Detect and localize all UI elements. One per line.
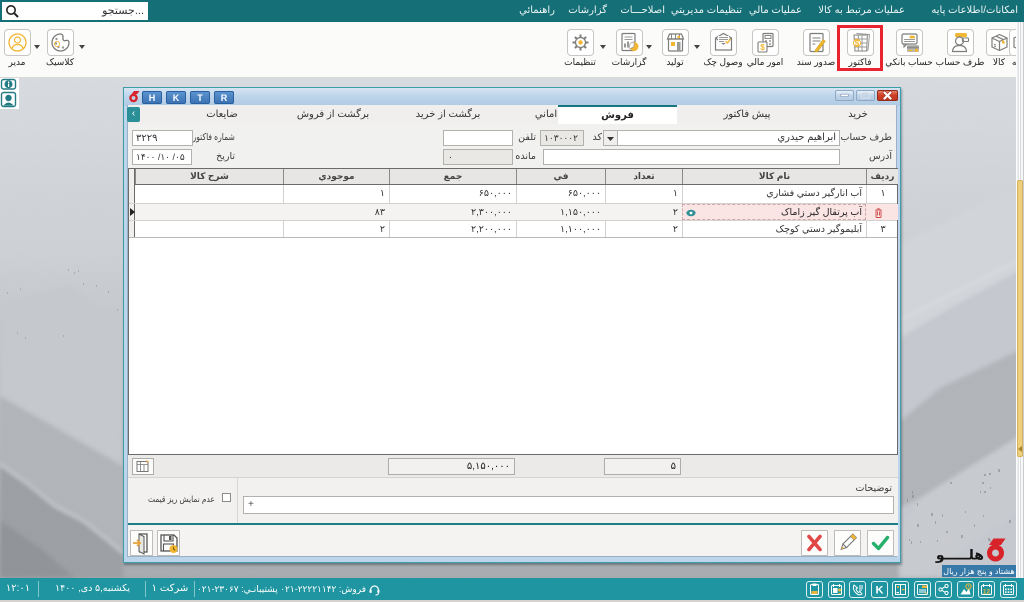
svg-text:12: 12	[983, 588, 991, 595]
svg-text:$: $	[760, 43, 765, 52]
svg-text:K: K	[875, 584, 883, 596]
svg-text:هلـــــو: هلـــــو	[935, 548, 984, 564]
